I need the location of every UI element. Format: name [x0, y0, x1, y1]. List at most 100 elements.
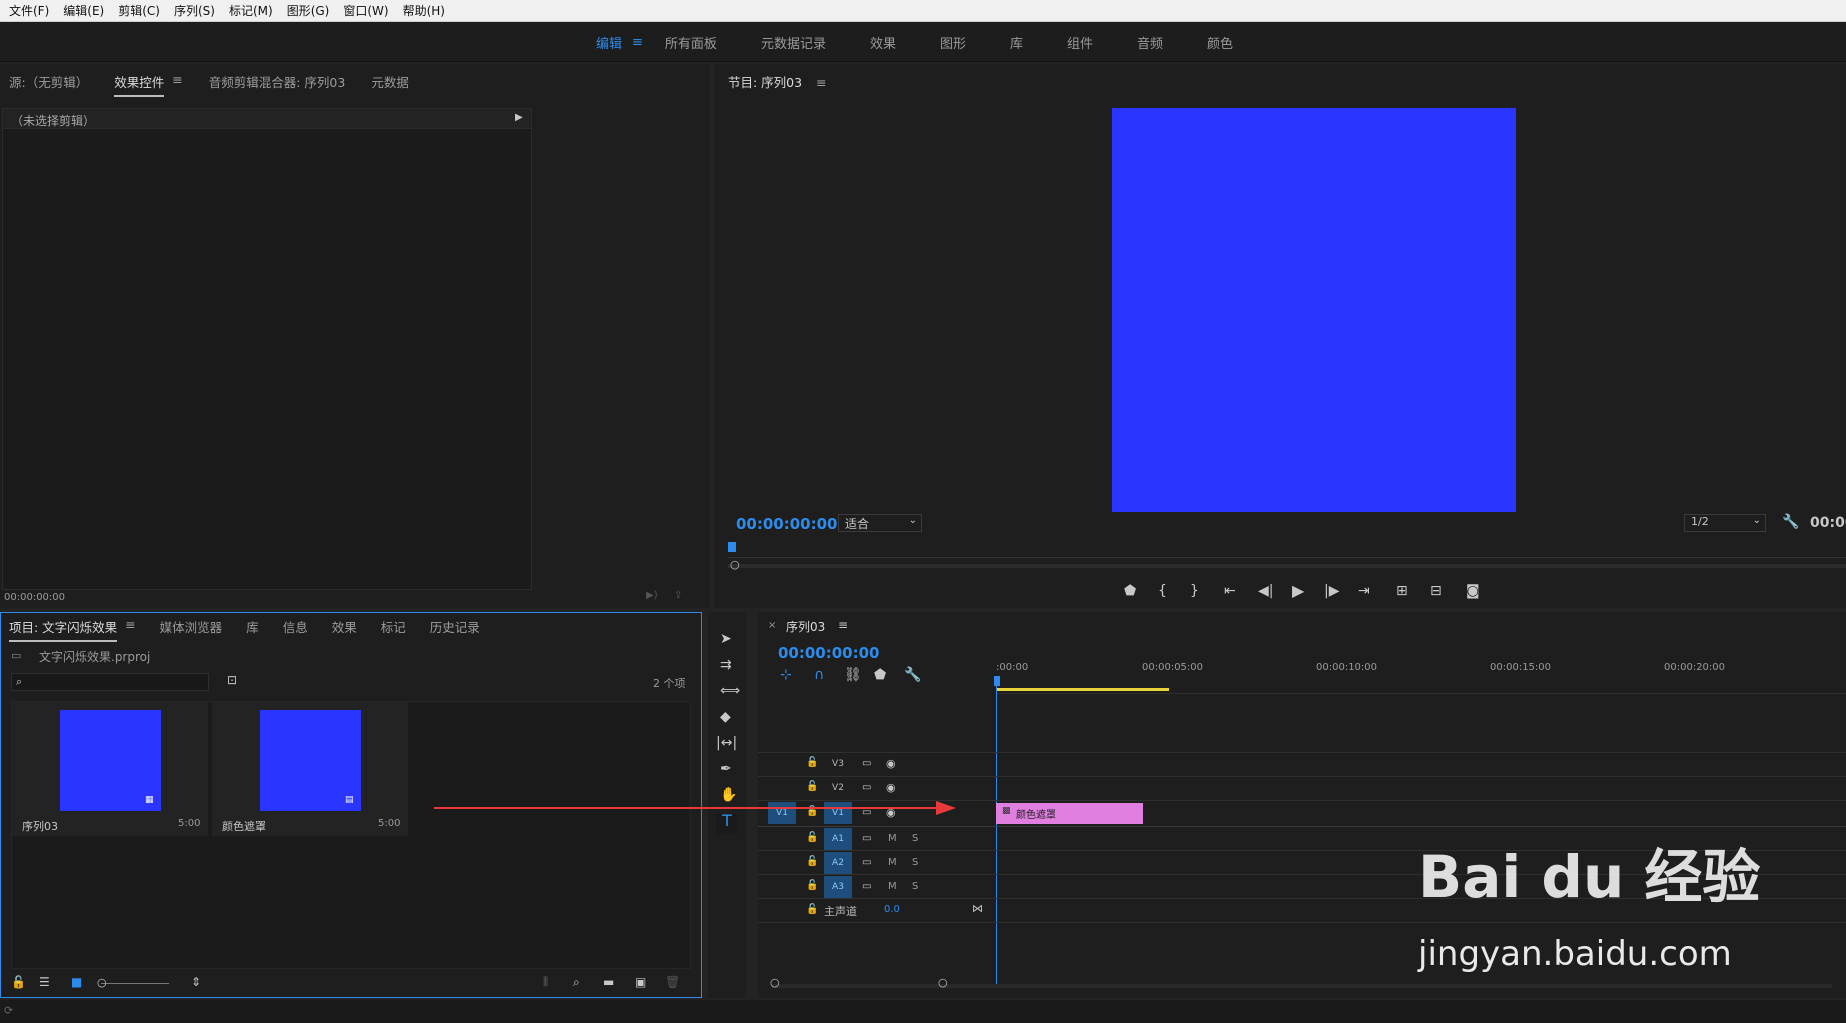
master-volume[interactable]: 0.0 [884, 904, 900, 915]
workspace-tab-metadata[interactable]: 元数据记录 [761, 33, 826, 52]
menu-clip[interactable]: 剪辑(C) [111, 2, 167, 19]
panel-menu-icon[interactable]: ≡ [172, 72, 182, 97]
panel-menu-icon[interactable]: ≡ [838, 618, 848, 632]
audio-solo-icon[interactable]: ▶) [646, 590, 658, 601]
menu-graphics[interactable]: 图形(G) [280, 2, 337, 19]
workspace-tab-libraries[interactable]: 库 [1010, 33, 1023, 52]
step-forward-icon[interactable]: |▶ [1324, 584, 1339, 598]
menu-file[interactable]: 文件(F) [2, 2, 56, 19]
workspace-tab-color[interactable]: 颜色 [1207, 33, 1233, 52]
razor-tool-icon[interactable]: ◆ [720, 710, 731, 724]
tab-info[interactable]: 信息 [283, 617, 308, 642]
sort-icon[interactable]: ⇕ [191, 975, 201, 989]
icon-view-icon[interactable]: ■ [71, 975, 82, 989]
lock-icon[interactable]: 🔓 [806, 856, 818, 867]
extract-icon[interactable]: ⊟ [1430, 584, 1442, 598]
eye-icon[interactable]: ◉ [886, 781, 896, 794]
go-to-out-icon[interactable]: ⇥ [1358, 584, 1370, 598]
tab-audio-clip-mixer[interactable]: 音频剪辑混合器: 序列03 [209, 72, 346, 97]
tab-project[interactable]: 项目: 文字闪烁效果 [9, 617, 118, 642]
pen-tool-icon[interactable]: ✒ [720, 762, 732, 776]
go-to-in-icon[interactable]: ⇤ [1224, 584, 1236, 598]
program-zoom-bar[interactable] [728, 564, 1846, 568]
scroll-handle-icon[interactable]: ○ [770, 976, 780, 989]
menu-sequence[interactable]: 序列(S) [167, 2, 222, 19]
play-icon[interactable]: ▶ [1292, 583, 1304, 599]
menu-marker[interactable]: 标记(M) [222, 2, 280, 19]
panel-menu-icon[interactable]: ≡ [125, 617, 135, 642]
export-frame-icon[interactable]: ◙ [1466, 584, 1480, 598]
work-area-bar[interactable] [996, 688, 1169, 691]
find-icon[interactable]: ⌕ [573, 975, 580, 990]
sync-lock-icon[interactable]: ▭ [862, 758, 871, 769]
mute-button[interactable]: M [888, 881, 897, 892]
step-back-icon[interactable]: ◀| [1258, 584, 1273, 598]
sync-lock-icon[interactable]: ▭ [862, 857, 871, 868]
timeline-scrollbar[interactable] [772, 984, 1832, 988]
tab-history[interactable]: 历史记录 [430, 617, 480, 642]
menu-window[interactable]: 窗口(W) [336, 2, 395, 19]
selection-tool-icon[interactable]: ➤ [720, 632, 732, 646]
zoom-slider[interactable]: ○ [97, 976, 169, 989]
playhead-marker[interactable] [728, 542, 736, 552]
mute-button[interactable]: M [888, 833, 897, 844]
timeline-clip[interactable]: ▩ 颜色遮罩 [996, 803, 1143, 824]
project-item[interactable]: ▦ 序列03 5:00 [12, 702, 208, 836]
nest-toggle-icon[interactable]: ⊹ [780, 668, 792, 682]
sync-lock-icon[interactable]: ▭ [862, 782, 871, 793]
linked-selection-icon[interactable]: ⛓ [844, 668, 862, 682]
workspace-tab-graphics[interactable]: 图形 [940, 33, 966, 52]
scroll-handle-icon[interactable]: ○ [938, 976, 948, 989]
lock-icon[interactable]: 🔓 [806, 904, 818, 915]
workspace-tab-audio[interactable]: 音频 [1137, 33, 1163, 52]
fit-select[interactable]: 适合 ⌄ [838, 514, 922, 532]
bowtie-icon[interactable]: ⋈ [972, 902, 983, 915]
lock-icon[interactable]: 🔓 [806, 781, 818, 792]
tab-effect-controls[interactable]: 效果控件 [114, 72, 165, 97]
close-icon[interactable]: × [768, 620, 776, 631]
tab-source[interactable]: 源:（无剪辑） [9, 72, 88, 97]
tab-effects[interactable]: 效果 [332, 617, 357, 642]
workspace-menu-icon[interactable]: ≡ [632, 35, 643, 50]
slip-tool-icon[interactable]: |↔| [716, 736, 737, 750]
zoom-handle-icon[interactable]: ○ [730, 558, 740, 571]
lock-icon[interactable]: 🔓 [11, 975, 26, 989]
track-label[interactable]: A3 [824, 876, 852, 898]
new-item-icon[interactable]: ▣ [635, 975, 646, 989]
program-scrub-ruler[interactable] [728, 542, 1846, 558]
timeline-timecode[interactable]: 00:00:00:00 [778, 644, 880, 662]
trash-icon[interactable]: 🗑 [665, 975, 680, 989]
sync-lock-icon[interactable]: ▭ [862, 833, 871, 844]
mute-button[interactable]: M [888, 857, 897, 868]
panel-menu-icon[interactable]: ≡ [816, 75, 826, 90]
track-label[interactable]: A2 [824, 852, 852, 874]
track-select-tool-icon[interactable]: ⇉ [720, 658, 732, 672]
automate-icon[interactable]: ⫼ [543, 975, 548, 989]
menu-help[interactable]: 帮助(H) [396, 2, 452, 19]
project-item[interactable]: ▤ 颜色遮罩 5:00 [212, 702, 408, 836]
add-marker-icon[interactable]: ⬟ [1124, 584, 1136, 598]
lock-icon[interactable]: 🔓 [806, 880, 818, 891]
program-timecode[interactable]: 00:00:00:00 [736, 515, 838, 533]
timeline-ruler[interactable]: :00:00 00:00:05:00 00:00:10:00 00:00:15:… [994, 648, 1846, 694]
workspace-tab-all-panels[interactable]: 所有面板 [665, 33, 717, 52]
wrench-icon[interactable]: 🔧 [904, 668, 921, 682]
solo-button[interactable]: S [912, 881, 918, 892]
expand-arrow-icon[interactable]: ▶ [515, 112, 523, 123]
workspace-tab-assembly[interactable]: 组件 [1067, 33, 1093, 52]
track-label[interactable]: A1 [824, 828, 852, 850]
menu-edit[interactable]: 编辑(E) [56, 2, 111, 19]
workspace-tab-edit[interactable]: 编辑 [596, 33, 622, 52]
track-label[interactable]: V3 [824, 753, 852, 775]
tab-media-browser[interactable]: 媒体浏览器 [160, 617, 223, 642]
tab-libraries[interactable]: 库 [246, 617, 259, 642]
snap-icon[interactable]: ∩ [814, 668, 824, 682]
list-view-icon[interactable]: ☰ [39, 975, 50, 989]
solo-button[interactable]: S [912, 833, 918, 844]
export-icon[interactable]: ⇪ [674, 590, 682, 601]
new-search-bin-icon[interactable]: ⊡ [227, 673, 237, 687]
quality-select[interactable]: 1/2 ⌄ [1684, 514, 1766, 532]
playhead-marker[interactable] [994, 676, 1000, 686]
add-marker-icon[interactable]: ⬟ [874, 668, 886, 682]
lock-icon[interactable]: 🔓 [806, 832, 818, 843]
